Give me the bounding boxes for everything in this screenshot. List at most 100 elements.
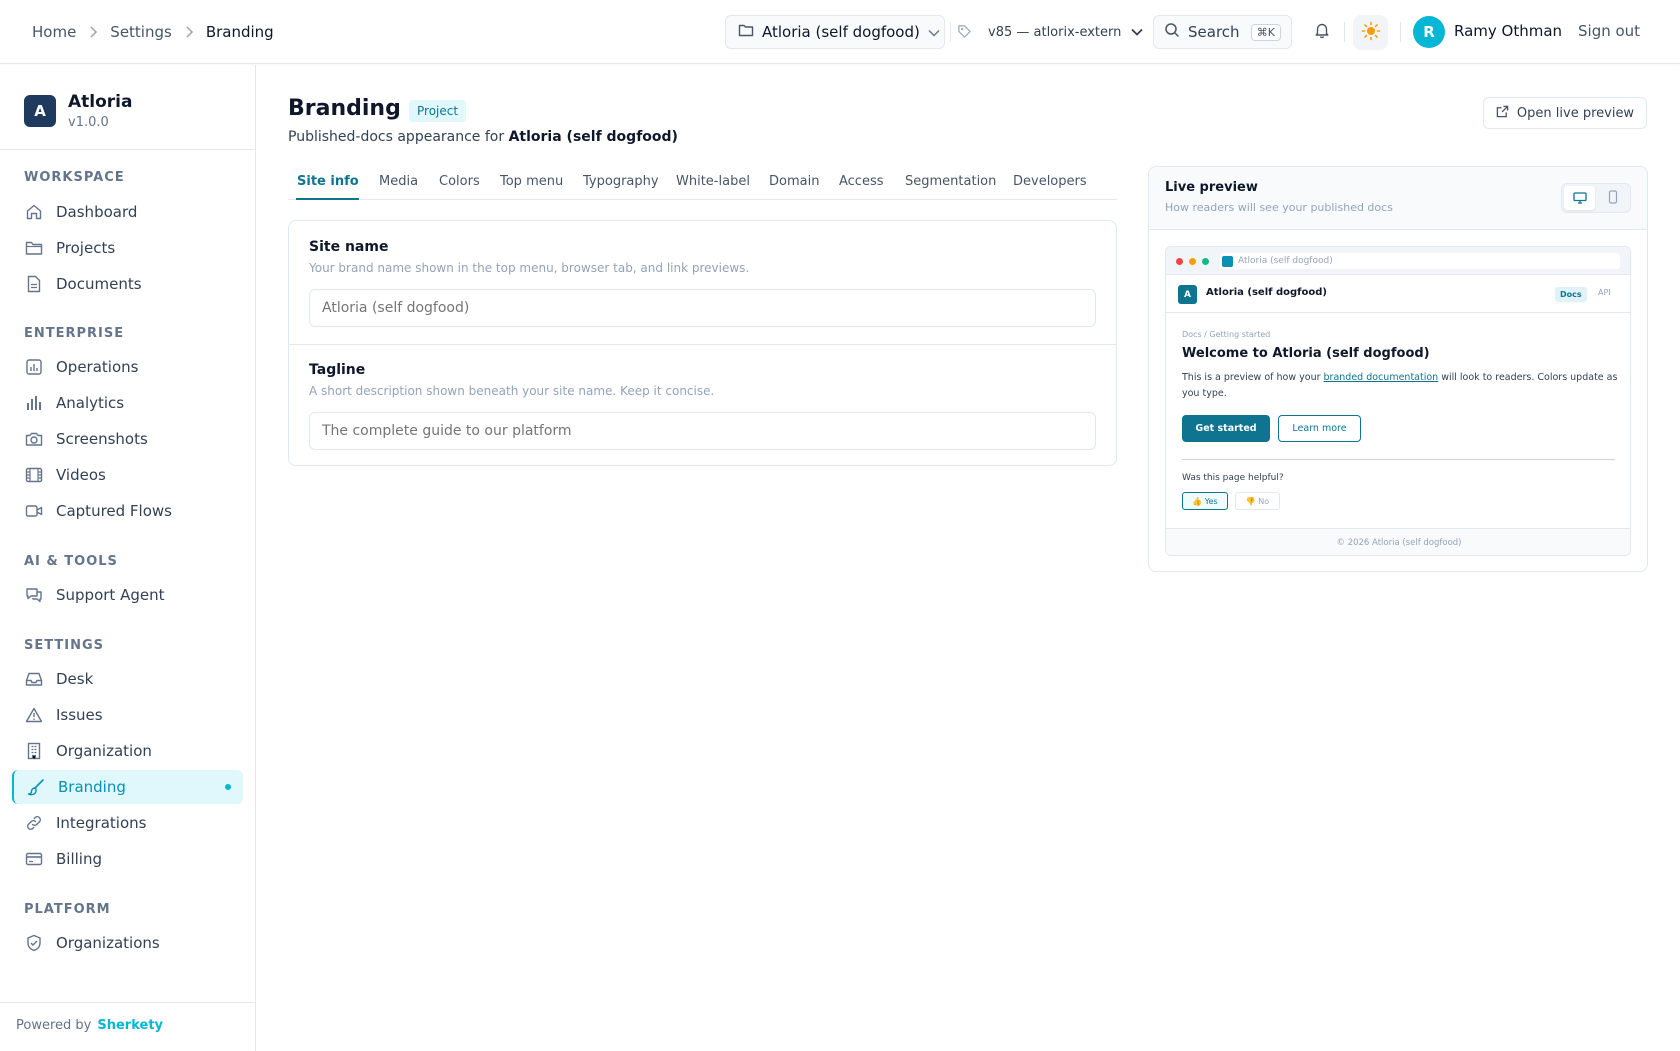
sidebar-item-desk[interactable]: Desk	[12, 662, 243, 696]
sidebar-item-label: Integrations	[56, 814, 147, 832]
sidebar-item-label: Organizations	[56, 934, 160, 952]
sign-out-link[interactable]: Sign out	[1578, 22, 1640, 40]
divider	[950, 22, 951, 42]
preview-feedback-no: 👎 No	[1235, 492, 1280, 510]
subtitle-prefix: Published-docs appearance for	[288, 129, 505, 145]
notifications-button[interactable]	[1310, 20, 1334, 44]
device-toggle	[1561, 183, 1631, 213]
sidebar-item-projects[interactable]: Projects	[12, 231, 243, 265]
external-link-icon	[1496, 105, 1509, 122]
sidebar-item-dashboard[interactable]: Dashboard	[12, 195, 243, 229]
tab-domain[interactable]: Domain	[769, 174, 819, 189]
section-platform: PLATFORM	[24, 902, 111, 917]
sidebar-item-label: Videos	[56, 466, 106, 484]
window-maximize-dot	[1202, 258, 1209, 265]
site-name-help: Your brand name shown in the top menu, b…	[309, 261, 750, 275]
tab-white-label[interactable]: White-label	[676, 174, 750, 189]
video-camera-icon	[24, 501, 44, 521]
sidebar-item-issues[interactable]: Issues	[12, 698, 243, 732]
sidebar-item-organizations[interactable]: Organizations	[12, 926, 243, 960]
tab-top-menu[interactable]: Top menu	[500, 174, 563, 189]
tag-icon	[957, 24, 972, 43]
version-select[interactable]: v85 — atlorix-extern	[988, 20, 1144, 44]
sidebar-item-operations[interactable]: Operations	[12, 350, 243, 384]
sidebar: A Atloria v1.0.0 WORKSPACE Dashboard Pro…	[0, 65, 256, 1051]
preview-heading: Welcome to Atloria (self dogfood)	[1182, 346, 1430, 361]
sidebar-item-label: Branding	[58, 778, 126, 796]
sidebar-item-label: Projects	[56, 239, 116, 257]
desktop-view-button[interactable]	[1564, 186, 1595, 210]
tab-site-info[interactable]: Site info	[297, 174, 359, 189]
sidebar-item-label: Desk	[56, 670, 94, 688]
powered-by-label: Powered by	[16, 1018, 92, 1033]
sidebar-item-label: Issues	[56, 706, 103, 724]
site-info-card: Site name Your brand name shown in the t…	[288, 220, 1117, 466]
sidebar-item-documents[interactable]: Documents	[12, 267, 243, 301]
home-icon	[24, 202, 44, 222]
search-button[interactable]: Search ⌘K	[1153, 15, 1292, 49]
camera-icon	[24, 429, 44, 449]
powered-by-brand-link[interactable]: Sherkety	[97, 1018, 163, 1033]
tab-media[interactable]: Media	[379, 174, 418, 189]
sidebar-item-videos[interactable]: Videos	[12, 458, 243, 492]
branding-tabs: Site info Media Colors Top menu Typograp…	[288, 166, 1117, 200]
preview-browser-bar: Atloria (self dogfood)	[1166, 247, 1630, 275]
site-name-input[interactable]	[309, 289, 1096, 327]
breadcrumb-settings[interactable]: Settings	[110, 23, 172, 41]
avatar[interactable]: R	[1413, 16, 1445, 48]
preview-address-bar: Atloria (self dogfood)	[1220, 253, 1620, 269]
sidebar-item-label: Operations	[56, 358, 139, 376]
tagline-label: Tagline	[309, 362, 366, 378]
divider	[1400, 22, 1401, 42]
scope-badge: Project	[409, 100, 467, 122]
sidebar-item-screenshots[interactable]: Screenshots	[12, 422, 243, 456]
chat-bubbles-icon	[24, 585, 44, 605]
preview-paragraph-start: This is a preview of how your	[1182, 372, 1324, 383]
project-select-value: Atloria (self dogfood)	[762, 23, 920, 41]
user-name[interactable]: Ramy Othman	[1454, 22, 1562, 40]
brand[interactable]: A Atloria v1.0.0	[24, 92, 132, 130]
window-minimize-dot	[1189, 258, 1196, 265]
preview-site-logo: A	[1178, 285, 1197, 304]
sidebar-item-billing[interactable]: Billing	[12, 842, 243, 876]
paintbrush-icon	[26, 777, 46, 797]
live-preview-header: Live preview How readers will see your p…	[1149, 167, 1647, 230]
sidebar-item-support-agent[interactable]: Support Agent	[12, 578, 243, 612]
inbox-icon	[24, 669, 44, 689]
section-ai-tools: AI & TOOLS	[24, 554, 118, 569]
tab-segmentation[interactable]: Segmentation	[905, 174, 996, 189]
project-select[interactable]: Atloria (self dogfood)	[725, 15, 945, 49]
preview-secondary-button: Learn more	[1278, 415, 1361, 442]
section-workspace: WORKSPACE	[24, 170, 125, 185]
powered-by: Powered by Sherkety	[16, 1018, 163, 1033]
chart-box-icon	[24, 357, 44, 377]
sidebar-item-organization[interactable]: Organization	[12, 734, 243, 768]
sidebar-item-branding[interactable]: Branding	[12, 770, 243, 804]
open-live-preview-button[interactable]: Open live preview	[1483, 97, 1647, 129]
tagline-input[interactable]	[309, 412, 1096, 450]
preview-footer: © 2026 Atloria (self dogfood)	[1166, 528, 1630, 555]
breadcrumb-home[interactable]: Home	[32, 23, 76, 41]
film-icon	[24, 465, 44, 485]
site-name-label: Site name	[309, 239, 389, 255]
open-live-preview-label: Open live preview	[1516, 105, 1635, 121]
credit-card-icon	[24, 849, 44, 869]
sidebar-item-label: Support Agent	[56, 586, 165, 604]
theme-toggle-button[interactable]	[1353, 15, 1388, 50]
preview-site-name: Atloria (self dogfood)	[1206, 287, 1327, 298]
divider	[289, 344, 1116, 345]
page-title: Branding	[288, 96, 401, 121]
live-preview-panel: Live preview How readers will see your p…	[1148, 166, 1648, 572]
preview-primary-button: Get started	[1182, 415, 1270, 442]
favicon-icon	[1222, 255, 1233, 267]
tab-developers[interactable]: Developers	[1013, 174, 1087, 189]
mobile-view-button[interactable]	[1597, 186, 1628, 210]
tab-colors[interactable]: Colors	[439, 174, 480, 189]
preview-feedback-question: Was this page helpful?	[1182, 473, 1284, 483]
tab-typography[interactable]: Typography	[583, 174, 659, 189]
sidebar-item-label: Billing	[56, 850, 102, 868]
tab-access[interactable]: Access	[839, 174, 884, 189]
sidebar-item-captured-flows[interactable]: Captured Flows	[12, 494, 243, 528]
sidebar-item-integrations[interactable]: Integrations	[12, 806, 243, 840]
sidebar-item-analytics[interactable]: Analytics	[12, 386, 243, 420]
